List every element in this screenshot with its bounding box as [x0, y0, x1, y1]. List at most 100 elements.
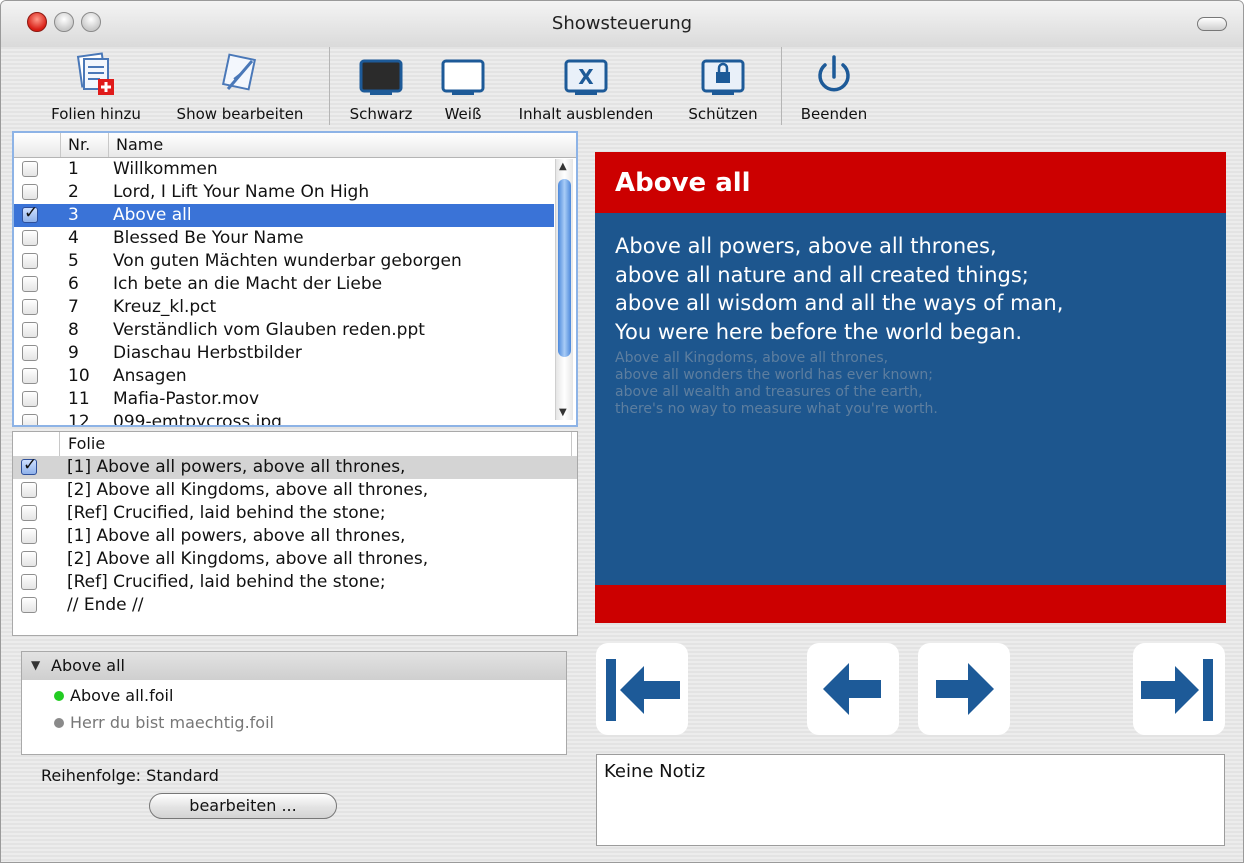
- scroll-down-arrow-icon[interactable]: ▼: [559, 407, 567, 418]
- row-number: 6: [68, 274, 79, 294]
- list-item[interactable]: [2] Above all Kingdoms, above all throne…: [13, 479, 577, 502]
- row-checkbox[interactable]: [21, 505, 37, 521]
- row-checkbox[interactable]: [21, 455, 37, 475]
- edit-show-button[interactable]: Show bearbeiten: [171, 47, 309, 129]
- hide-content-button[interactable]: X Inhalt ausblenden: [511, 47, 661, 129]
- list-item[interactable]: // Ende //: [13, 594, 577, 617]
- slide-text: [Ref] Crucified, laid behind the stone;: [67, 572, 386, 592]
- row-name: Ich bete an die Macht der Liebe: [113, 274, 383, 294]
- list-item[interactable]: [Ref] Crucified, laid behind the stone;: [13, 502, 577, 525]
- add-slides-button[interactable]: Folien hinzu: [45, 47, 147, 129]
- row-number: 2: [68, 182, 79, 202]
- row-checkbox[interactable]: [22, 253, 38, 269]
- row-checkbox[interactable]: [21, 528, 37, 544]
- foil-tree[interactable]: ▼ Above all Above all.foil Herr du bist …: [21, 651, 567, 755]
- row-name: Above all: [113, 205, 192, 225]
- table-row[interactable]: 5 Von guten Mächten wunderbar geborgen: [14, 250, 554, 273]
- column-header-nr[interactable]: Nr.: [68, 135, 90, 154]
- foil-item[interactable]: Above all.foil: [22, 684, 566, 708]
- row-number: 9: [68, 343, 79, 363]
- slide-text: [1] Above all powers, above all thrones,: [67, 526, 406, 546]
- row-checkbox[interactable]: [22, 345, 38, 361]
- edit-order-button[interactable]: bearbeiten ...: [149, 793, 337, 819]
- row-checkbox[interactable]: [22, 276, 38, 292]
- foil-group-row[interactable]: ▼ Above all: [22, 652, 566, 680]
- column-header-name[interactable]: Name: [116, 135, 163, 154]
- table-row[interactable]: 12 099-emtpycross.jpg: [14, 411, 554, 427]
- table-row[interactable]: 7 Kreuz_kl.pct: [14, 296, 554, 319]
- row-name: 099-emtpycross.jpg: [113, 412, 282, 427]
- quit-button[interactable]: Beenden: [797, 47, 871, 129]
- table-row[interactable]: 4 Blessed Be Your Name: [14, 227, 554, 250]
- show-list-scroll-thumb[interactable]: [558, 179, 571, 357]
- list-item[interactable]: [1] Above all powers, above all thrones,: [13, 525, 577, 548]
- arrow-right-icon: [936, 663, 994, 715]
- preview-next-text: Above all Kingdoms, above all thrones, a…: [615, 350, 938, 417]
- preview-title: Above all: [615, 168, 751, 198]
- row-checkbox[interactable]: [22, 368, 38, 384]
- white-screen-button[interactable]: Weiß: [433, 47, 493, 129]
- slide-text: // Ende //: [67, 595, 144, 615]
- toolbar-separator: [329, 47, 330, 125]
- row-checkbox[interactable]: [21, 482, 37, 498]
- table-row[interactable]: 3 Above all: [14, 203, 554, 227]
- list-item[interactable]: [2] Above all Kingdoms, above all throne…: [13, 548, 577, 571]
- row-number: 8: [68, 320, 79, 340]
- table-row[interactable]: 10 Ansagen: [14, 365, 554, 388]
- white-screen-label: Weiß: [444, 105, 482, 123]
- row-name: Von guten Mächten wunderbar geborgen: [113, 251, 462, 271]
- list-item[interactable]: [1] Above all powers, above all thrones,: [13, 455, 577, 479]
- foil-item[interactable]: Herr du bist maechtig.foil: [22, 711, 566, 735]
- table-row[interactable]: 9 Diaschau Herbstbilder: [14, 342, 554, 365]
- column-header-folie[interactable]: Folie: [68, 434, 105, 453]
- preview-footer-bar: [595, 585, 1226, 623]
- row-checkbox[interactable]: [22, 299, 38, 315]
- toolbar: Folien hinzu Show bearbeiten Schwarz Wei…: [1, 47, 1243, 129]
- last-slide-button[interactable]: [1133, 643, 1225, 735]
- quit-label: Beenden: [800, 105, 868, 123]
- first-slide-icon: [606, 659, 680, 721]
- row-number: 12: [68, 412, 90, 427]
- row-number: 5: [68, 251, 79, 271]
- row-name: Verständlich vom Glauben reden.ppt: [113, 320, 425, 340]
- table-row[interactable]: 6 Ich bete an die Macht der Liebe: [14, 273, 554, 296]
- notes-field[interactable]: Keine Notiz: [596, 754, 1225, 846]
- row-checkbox[interactable]: [22, 414, 38, 425]
- table-row[interactable]: 11 Mafia-Pastor.mov: [14, 388, 554, 411]
- disclosure-triangle-icon[interactable]: ▼: [31, 658, 40, 672]
- status-dot-icon: [54, 718, 64, 728]
- protect-button[interactable]: Schützen: [683, 47, 763, 129]
- title-bar: Showsteuerung: [1, 1, 1243, 47]
- main-window: Showsteuerung Folien hinzu Show bearbeit…: [0, 0, 1244, 863]
- show-list-table[interactable]: Nr. Name 1 Willkommen 2 Lord, I Lift Your N…: [12, 131, 578, 427]
- row-checkbox[interactable]: [22, 391, 38, 407]
- table-row[interactable]: 8 Verständlich vom Glauben reden.ppt: [14, 319, 554, 342]
- row-checkbox[interactable]: [22, 322, 38, 338]
- scroll-up-arrow-icon[interactable]: ▲: [559, 161, 567, 172]
- row-checkbox[interactable]: [22, 230, 38, 246]
- row-name: Willkommen: [113, 159, 218, 179]
- row-checkbox[interactable]: [21, 551, 37, 567]
- row-number: 4: [68, 228, 79, 248]
- row-number: 11: [68, 389, 90, 409]
- row-checkbox[interactable]: [21, 574, 37, 590]
- list-item[interactable]: [Ref] Crucified, laid behind the stone;: [13, 571, 577, 594]
- row-checkbox[interactable]: [21, 597, 37, 613]
- row-number: 3: [68, 205, 79, 225]
- row-checkbox[interactable]: [22, 161, 38, 177]
- black-screen-icon: [359, 59, 403, 95]
- toolbar-toggle-button[interactable]: [1197, 17, 1227, 31]
- next-slide-button[interactable]: [918, 643, 1010, 735]
- first-slide-button[interactable]: [596, 643, 688, 735]
- previous-slide-button[interactable]: [807, 643, 899, 735]
- order-label: Reihenfolge: Standard: [41, 766, 219, 785]
- black-screen-button[interactable]: Schwarz: [345, 47, 417, 129]
- show-list-scrollbar[interactable]: ▲ ▼: [555, 159, 573, 420]
- table-row[interactable]: 1 Willkommen: [14, 158, 554, 181]
- status-dot-icon: [54, 691, 64, 701]
- slide-list-table[interactable]: Folie [1] Above all powers, above all th…: [12, 431, 578, 636]
- row-checkbox[interactable]: [22, 184, 38, 200]
- table-row[interactable]: 2 Lord, I Lift Your Name On High: [14, 181, 554, 204]
- svg-text:X: X: [578, 65, 594, 89]
- row-checkbox[interactable]: [22, 203, 38, 223]
